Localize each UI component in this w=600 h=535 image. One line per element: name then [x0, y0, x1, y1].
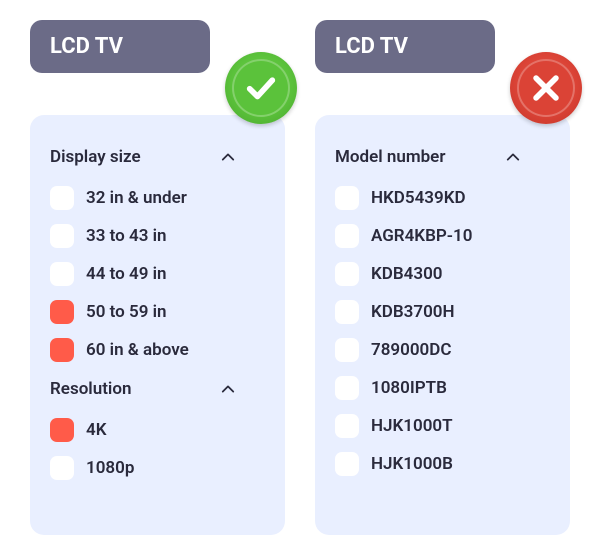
cross-icon — [529, 71, 563, 105]
filter-group-label: Display size — [50, 147, 141, 167]
checkbox[interactable] — [335, 414, 359, 438]
filter-option-label: 32 in & under — [86, 188, 187, 208]
filter-option[interactable]: 1080IPTB — [335, 369, 550, 407]
chevron-up-icon — [221, 382, 235, 396]
filter-option[interactable]: KDB4300 — [335, 255, 550, 293]
checkbox[interactable] — [335, 224, 359, 248]
filter-option[interactable]: 60 in & above — [50, 331, 265, 369]
filter-option[interactable]: 789000DC — [335, 331, 550, 369]
panel-bad: LCD TV Model number HKD5439KD AGR4KBP-10… — [315, 20, 570, 535]
filter-option[interactable]: AGR4KBP-10 — [335, 217, 550, 255]
panel-title-chip: LCD TV — [315, 20, 495, 73]
filter-option-label: 50 to 59 in — [86, 302, 167, 322]
verdict-badge-bad — [510, 52, 582, 124]
filter-group-header-display-size[interactable]: Display size — [50, 147, 265, 167]
checkbox[interactable] — [50, 186, 74, 210]
filter-option[interactable]: KDB3700H — [335, 293, 550, 331]
panel-title: LCD TV — [335, 34, 408, 59]
checkbox[interactable] — [335, 186, 359, 210]
filter-option-label: 1080IPTB — [371, 378, 447, 398]
checkbox[interactable] — [335, 262, 359, 286]
checkbox[interactable] — [50, 262, 74, 286]
filter-option-label: 1080p — [86, 458, 134, 478]
checkbox[interactable] — [335, 300, 359, 324]
filter-card: Display size 32 in & under 33 to 43 in 4… — [30, 115, 285, 535]
check-icon — [244, 71, 278, 105]
filter-option[interactable]: HKD5439KD — [335, 179, 550, 217]
filter-option-label: KDB4300 — [371, 264, 443, 284]
checkbox[interactable] — [50, 418, 74, 442]
filter-option-label: HJK1000T — [371, 416, 453, 436]
checkbox[interactable] — [50, 224, 74, 248]
filter-option[interactable]: 33 to 43 in — [50, 217, 265, 255]
filter-option[interactable]: 1080p — [50, 449, 265, 487]
filter-option[interactable]: 50 to 59 in — [50, 293, 265, 331]
filter-option[interactable]: 32 in & under — [50, 179, 265, 217]
filter-option-label: 60 in & above — [86, 340, 189, 360]
verdict-badge-good — [225, 52, 297, 124]
filter-option-label: 33 to 43 in — [86, 226, 167, 246]
filter-option-label: 789000DC — [371, 340, 451, 360]
panel-title: LCD TV — [50, 34, 123, 59]
filter-option[interactable]: HJK1000T — [335, 407, 550, 445]
filter-option-label: HKD5439KD — [371, 188, 466, 208]
filter-option-label: 44 to 49 in — [86, 264, 167, 284]
checkbox[interactable] — [335, 338, 359, 362]
panel-good: LCD TV Display size 32 in & under 33 to … — [30, 20, 285, 535]
checkbox[interactable] — [335, 376, 359, 400]
filter-option-label: KDB3700H — [371, 302, 455, 322]
filter-group-label: Resolution — [50, 379, 131, 399]
checkbox[interactable] — [50, 300, 74, 324]
filter-option-label: AGR4KBP-10 — [371, 226, 472, 246]
checkbox[interactable] — [335, 452, 359, 476]
filter-group-header-resolution[interactable]: Resolution — [50, 379, 265, 399]
checkbox[interactable] — [50, 456, 74, 480]
filter-option[interactable]: HJK1000B — [335, 445, 550, 483]
filter-group-header-model-number[interactable]: Model number — [335, 147, 550, 167]
filter-option[interactable]: 4K — [50, 411, 265, 449]
filter-group-label: Model number — [335, 147, 445, 167]
filter-option[interactable]: 44 to 49 in — [50, 255, 265, 293]
chevron-up-icon — [221, 150, 235, 164]
panel-title-chip: LCD TV — [30, 20, 210, 73]
checkbox[interactable] — [50, 338, 74, 362]
filter-option-label: 4K — [86, 420, 107, 440]
chevron-up-icon — [506, 150, 520, 164]
filter-option-label: HJK1000B — [371, 454, 453, 474]
filter-card: Model number HKD5439KD AGR4KBP-10 KDB430… — [315, 115, 570, 535]
